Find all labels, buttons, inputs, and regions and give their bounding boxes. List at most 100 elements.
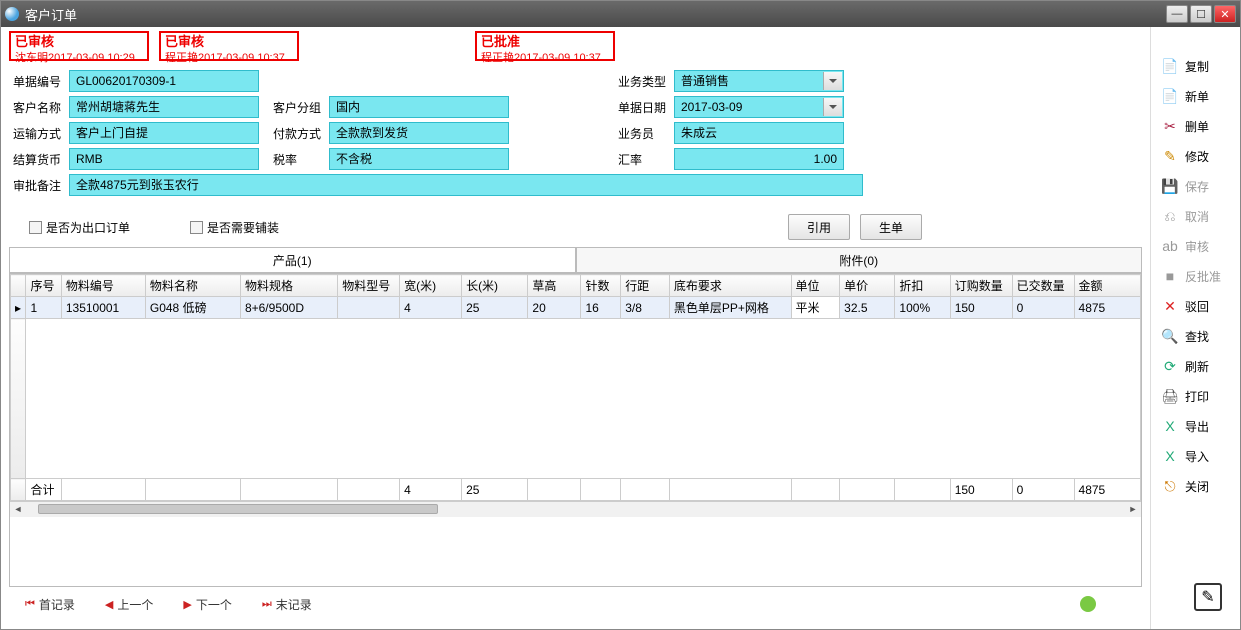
status-ok-icon — [1080, 596, 1096, 612]
grid-totals-row: 合计42515004875 — [11, 479, 1141, 501]
sidebar-item-edit[interactable]: ✎修改 — [1155, 141, 1236, 171]
grid-column-header[interactable]: 折扣 — [895, 275, 950, 297]
sidebar-item-copy[interactable]: 📄复制 — [1155, 51, 1236, 81]
sidebar-item-refresh[interactable]: ⟳刷新 — [1155, 351, 1236, 381]
sidebar-item-del[interactable]: ✂删单 — [1155, 111, 1236, 141]
line-items-grid: 序号物料编号物料名称物料规格物料型号宽(米)长(米)草高针数行距底布要求单位单价… — [9, 273, 1142, 587]
grid-cell[interactable]: 150 — [950, 297, 1012, 319]
grid-column-header[interactable]: 宽(米) — [400, 275, 462, 297]
note-field[interactable]: 全款4875元到张玉农行 — [69, 174, 863, 196]
audit-icon: ab — [1161, 237, 1179, 255]
grid-cell[interactable]: 32.5 — [840, 297, 895, 319]
grid-column-header[interactable]: 针数 — [581, 275, 621, 297]
grid-total-cell: 0 — [1012, 479, 1074, 501]
grid-cell[interactable]: 13510001 — [61, 297, 145, 319]
grid-cell[interactable]: 0 — [1012, 297, 1074, 319]
close-icon: ⎋ — [1161, 477, 1179, 495]
minimize-button[interactable]: — — [1166, 5, 1188, 23]
sidebar-item-reject[interactable]: ✕驳回 — [1155, 291, 1236, 321]
close-button[interactable]: ✕ — [1214, 5, 1236, 23]
sidebar-item-label: 查找 — [1185, 328, 1209, 345]
grid-total-cell — [528, 479, 581, 501]
grid-column-header[interactable]: 序号 — [26, 275, 61, 297]
grid-column-header[interactable]: 单位 — [791, 275, 840, 297]
sidebar-item-import[interactable]: X导入 — [1155, 441, 1236, 471]
grid-column-header[interactable]: 单价 — [840, 275, 895, 297]
grid-cell[interactable]: 100% — [895, 297, 950, 319]
first-record-button[interactable]: ⏮首记录 — [25, 596, 75, 613]
grid-cell[interactable]: 20 — [528, 297, 581, 319]
grid-cell[interactable]: 平米 — [791, 297, 840, 319]
grid-cell[interactable]: 25 — [462, 297, 528, 319]
grid-cell[interactable]: 4 — [400, 297, 462, 319]
grid-column-header[interactable]: 草高 — [528, 275, 581, 297]
grid-cell[interactable]: 8+6/9500D — [240, 297, 337, 319]
grid-column-header[interactable]: 物料编号 — [61, 275, 145, 297]
unapprove-icon: ■ — [1161, 267, 1179, 285]
doc-no-field[interactable]: GL00620170309-1 — [69, 70, 259, 92]
grid-cell[interactable]: 1 — [26, 297, 61, 319]
prev-record-button[interactable]: ◀上一个 — [105, 596, 153, 613]
tab-bar: 产品(1) 附件(0) — [9, 247, 1142, 273]
last-icon: ⏭ — [262, 598, 272, 611]
sidebar-item-new[interactable]: 📄新单 — [1155, 81, 1236, 111]
grid-column-header[interactable]: 订购数量 — [950, 275, 1012, 297]
tab-products[interactable]: 产品(1) — [9, 247, 576, 272]
grid-column-header[interactable]: 已交数量 — [1012, 275, 1074, 297]
table-row[interactable]: ▸113510001G048 低磅8+6/9500D 42520163/8黑色单层… — [11, 297, 1141, 319]
sidebar-item-close[interactable]: ⎋关闭 — [1155, 471, 1236, 501]
sales-field[interactable]: 朱成云 — [674, 122, 844, 144]
currency-field[interactable]: RMB — [69, 148, 259, 170]
sidebar-item-export[interactable]: X导出 — [1155, 411, 1236, 441]
grid-column-header[interactable]: 物料型号 — [338, 275, 400, 297]
doc-date-label: 单据日期 — [614, 99, 674, 116]
grid-total-cell: 4 — [400, 479, 462, 501]
grid-cell[interactable]: 16 — [581, 297, 621, 319]
grid-cell[interactable]: 3/8 — [621, 297, 670, 319]
grid-column-header[interactable]: 底布要求 — [669, 275, 791, 297]
grid-column-header[interactable]: 物料名称 — [145, 275, 240, 297]
grid-cell[interactable]: 4875 — [1074, 297, 1140, 319]
note-label: 审批备注 — [9, 177, 69, 194]
sidebar-item-label: 保存 — [1185, 178, 1209, 195]
grid-column-header[interactable]: 物料规格 — [240, 275, 337, 297]
cust-group-field[interactable]: 国内 — [329, 96, 509, 118]
grid-column-header[interactable]: 金额 — [1074, 275, 1140, 297]
tab-attachments[interactable]: 附件(0) — [576, 247, 1143, 272]
grid-cell[interactable] — [338, 297, 400, 319]
pay-field[interactable]: 全款款到发货 — [329, 122, 509, 144]
rate-field[interactable]: 1.00 — [674, 148, 844, 170]
customer-field[interactable]: 常州胡塘蒋先生 — [69, 96, 259, 118]
generate-button[interactable]: 生单 — [860, 214, 922, 240]
paving-checkbox[interactable]: 是否需要铺装 — [190, 219, 279, 236]
stamp-detail: 沈东明2017-03-09 10:29 — [15, 51, 143, 65]
stamp-title: 已审核 — [165, 34, 293, 51]
sidebar-item-print[interactable]: 🖨打印 — [1155, 381, 1236, 411]
doc-date-field[interactable]: 2017-03-09 — [674, 96, 844, 118]
biz-type-field[interactable]: 普通销售 — [674, 70, 844, 92]
scroll-left-icon[interactable]: ◄ — [10, 502, 26, 516]
sidebar-item-find[interactable]: 🔍查找 — [1155, 321, 1236, 351]
note-icon[interactable]: ✎ — [1194, 583, 1222, 611]
ship-field[interactable]: 客户上门自提 — [69, 122, 259, 144]
last-record-button[interactable]: ⏭末记录 — [262, 596, 312, 613]
first-icon: ⏮ — [25, 598, 35, 611]
scroll-right-icon[interactable]: ► — [1125, 502, 1141, 516]
grid-horizontal-scrollbar[interactable]: ◄ ► — [10, 501, 1141, 517]
tax-field[interactable]: 不含税 — [329, 148, 509, 170]
sidebar-item-label: 驳回 — [1185, 298, 1209, 315]
grid-cell[interactable]: 黑色单层PP+网格 — [669, 297, 791, 319]
grid-column-header[interactable]: 长(米) — [462, 275, 528, 297]
grid-column-header[interactable]: 行距 — [621, 275, 670, 297]
next-record-button[interactable]: ▶下一个 — [183, 596, 231, 613]
export-order-checkbox[interactable]: 是否为出口订单 — [29, 219, 130, 236]
next-icon: ▶ — [183, 598, 191, 611]
scroll-thumb[interactable] — [38, 504, 438, 514]
row-indicator-icon: ▸ — [11, 297, 26, 319]
grid-cell[interactable]: G048 低磅 — [145, 297, 240, 319]
quote-button[interactable]: 引用 — [788, 214, 850, 240]
maximize-button[interactable]: ☐ — [1190, 5, 1212, 23]
export-icon: X — [1161, 417, 1179, 435]
sidebar-item-label: 打印 — [1185, 388, 1209, 405]
del-icon: ✂ — [1161, 117, 1179, 135]
